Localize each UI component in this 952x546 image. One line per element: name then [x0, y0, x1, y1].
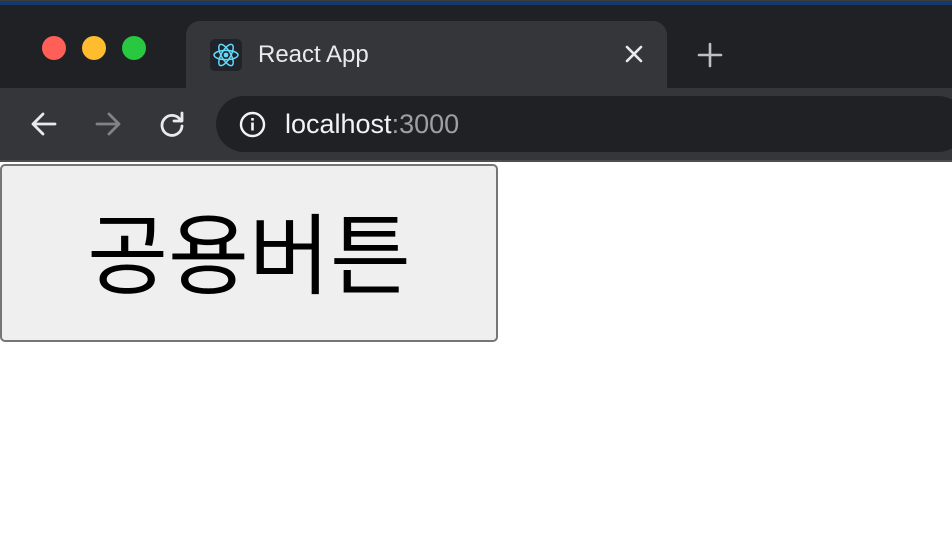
react-logo-icon	[210, 39, 242, 71]
arrow-left-icon[interactable]	[29, 109, 59, 139]
tab-title: React App	[258, 41, 369, 68]
url-text: localhost:3000	[285, 109, 459, 139]
reload-icon[interactable]	[157, 109, 187, 139]
browser-window: React App localhost:3000 공용버튼	[0, 0, 952, 546]
url-port: :3000	[391, 109, 460, 139]
url-host: localhost	[285, 109, 392, 139]
plus-icon[interactable]	[696, 41, 724, 69]
close-icon[interactable]	[622, 42, 646, 66]
address-bar[interactable]: localhost:3000	[216, 96, 952, 152]
arrow-right-icon[interactable]	[93, 109, 123, 139]
browser-toolbar: localhost:3000	[0, 88, 952, 162]
page-content: 공용버튼	[0, 162, 952, 546]
window-zoom-button[interactable]	[122, 36, 146, 60]
active-tab[interactable]: React App	[186, 21, 667, 89]
common-button[interactable]: 공용버튼	[0, 164, 498, 342]
tab-strip: React App	[0, 0, 952, 89]
info-icon[interactable]	[239, 111, 266, 138]
window-close-button[interactable]	[42, 36, 66, 60]
window-minimize-button[interactable]	[82, 36, 106, 60]
